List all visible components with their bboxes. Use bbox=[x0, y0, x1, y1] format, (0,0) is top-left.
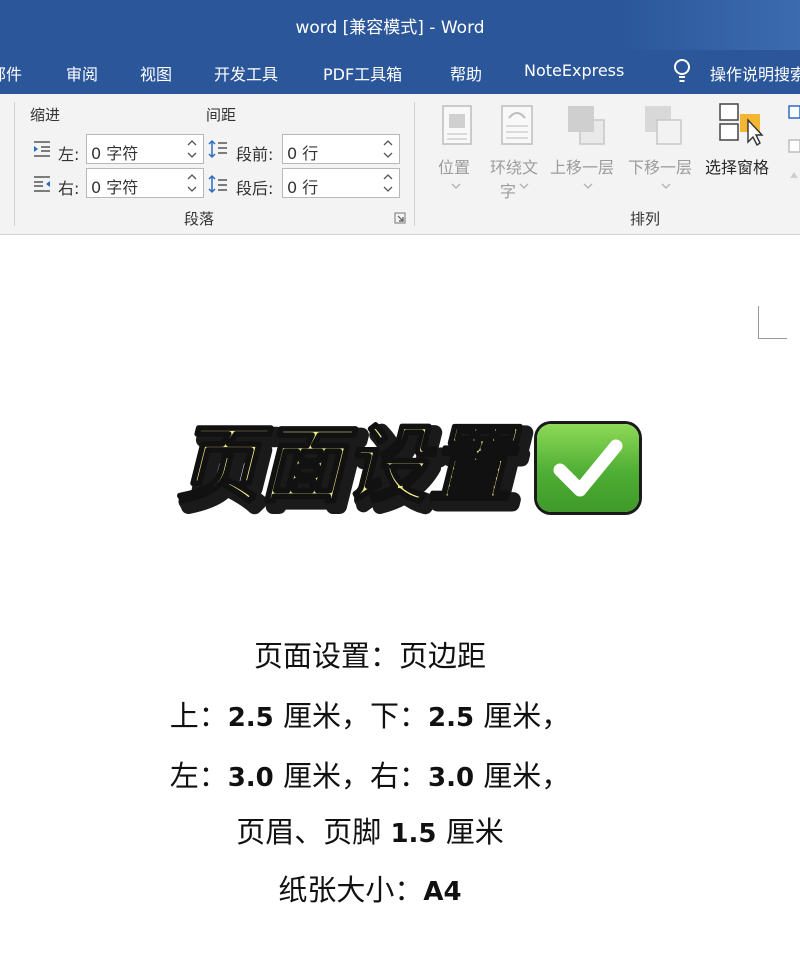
chevron-down-icon bbox=[519, 183, 529, 189]
position-label: 位置 bbox=[438, 158, 471, 177]
doc-line-margins-title: 页面设置：页边距 bbox=[253, 639, 486, 673]
tab-view[interactable]: 视图 bbox=[140, 61, 172, 85]
spacing-after-icon bbox=[208, 174, 227, 194]
title-bar: word [兼容模式] - Word bbox=[0, 0, 800, 50]
tab-developer[interactable]: 开发工具 bbox=[214, 61, 278, 85]
headline-fill: 页面设置 bbox=[176, 416, 522, 514]
paragraph-group-label: 段落 bbox=[184, 210, 215, 228]
spacing-before-icon bbox=[208, 139, 227, 159]
group-separator bbox=[414, 102, 415, 226]
spinner-arrows-icon[interactable] bbox=[382, 170, 394, 196]
spacing-before-input[interactable]: 0 行 bbox=[282, 134, 400, 164]
indent-left-label: 左: bbox=[58, 145, 80, 164]
wrap-text-label: 环绕文 bbox=[490, 158, 539, 177]
headline-stylized-text: 页面设置 页面设置 bbox=[175, 415, 535, 523]
indent-right-label: 右: bbox=[58, 179, 80, 198]
tab-mailings[interactable]: 邮件 bbox=[0, 61, 22, 85]
selection-pane-label: 选择窗格 bbox=[705, 158, 770, 177]
chevron-down-icon bbox=[661, 183, 671, 189]
chevron-down-icon bbox=[451, 183, 461, 189]
doc-line-paper-size: 纸张大小：A4 bbox=[278, 873, 462, 907]
wrap-text-icon[interactable] bbox=[500, 104, 534, 146]
indent-label: 缩进 bbox=[30, 106, 61, 124]
selection-pane-icon[interactable] bbox=[718, 102, 766, 148]
tab-help[interactable]: 帮助 bbox=[450, 61, 482, 85]
indent-left-icon bbox=[34, 141, 50, 157]
page-margin-corner-marker bbox=[758, 306, 787, 339]
spacing-label: 间距 bbox=[206, 106, 237, 124]
spinner-arrows-icon[interactable] bbox=[186, 136, 198, 162]
lightbulb-icon[interactable] bbox=[672, 57, 692, 87]
title-bar-right-area bbox=[620, 0, 800, 50]
tell-me-search[interactable]: 操作说明搜索 bbox=[710, 61, 800, 85]
bring-forward-label: 上移一层 bbox=[550, 158, 615, 177]
spacing-after-label: 段后: bbox=[236, 179, 274, 198]
tab-pdf-toolbox[interactable]: PDF工具箱 bbox=[323, 61, 402, 85]
arrange-group-label: 排列 bbox=[630, 210, 661, 228]
wrap-text-label-2: 字 bbox=[500, 182, 517, 201]
dialog-launcher-icon[interactable] bbox=[394, 212, 406, 224]
bring-forward-icon[interactable] bbox=[566, 104, 606, 146]
send-backward-icon[interactable] bbox=[643, 104, 683, 146]
spinner-arrows-icon[interactable] bbox=[186, 170, 198, 196]
doc-line-header-footer: 页眉、页脚 1.5 厘米 bbox=[236, 815, 504, 849]
indent-right-input[interactable]: 0 字符 bbox=[86, 168, 204, 198]
group-separator bbox=[14, 102, 15, 226]
indent-right-icon bbox=[34, 176, 50, 192]
doc-line-top-bottom: 上：2.5 厘米，下：2.5 厘米， bbox=[169, 699, 571, 733]
tab-review[interactable]: 审阅 bbox=[66, 61, 98, 85]
check-mark-icon bbox=[553, 439, 623, 497]
indent-left-input[interactable]: 0 字符 bbox=[86, 134, 204, 164]
chevron-down-icon bbox=[583, 183, 593, 189]
position-icon[interactable] bbox=[441, 104, 473, 146]
spacing-after-input[interactable]: 0 行 bbox=[282, 168, 400, 198]
doc-line-left-right: 左：3.0 厘米，右：3.0 厘米， bbox=[169, 759, 571, 793]
tab-noteexpress[interactable]: NoteExpress bbox=[524, 61, 624, 80]
align-rotate-icons[interactable] bbox=[786, 104, 800, 194]
send-backward-label: 下移一层 bbox=[628, 158, 693, 177]
spinner-arrows-icon[interactable] bbox=[382, 136, 394, 162]
spacing-before-label: 段前: bbox=[236, 145, 274, 164]
